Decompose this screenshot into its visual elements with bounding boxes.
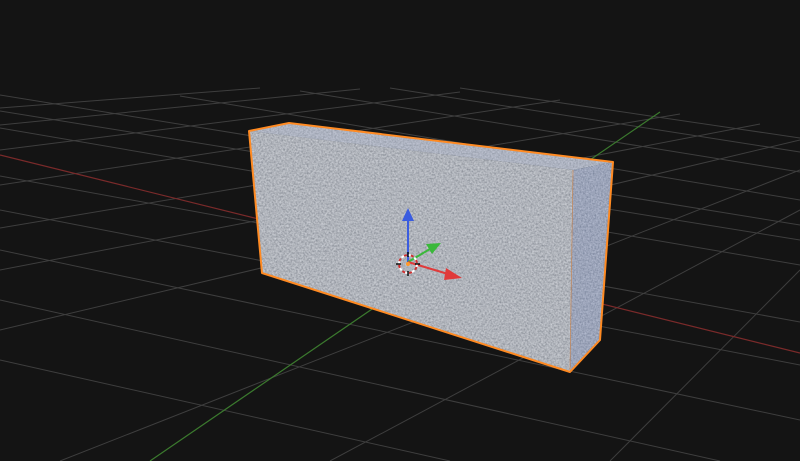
3d-viewport[interactable] [0, 0, 800, 461]
object-origin-dot [406, 262, 410, 266]
